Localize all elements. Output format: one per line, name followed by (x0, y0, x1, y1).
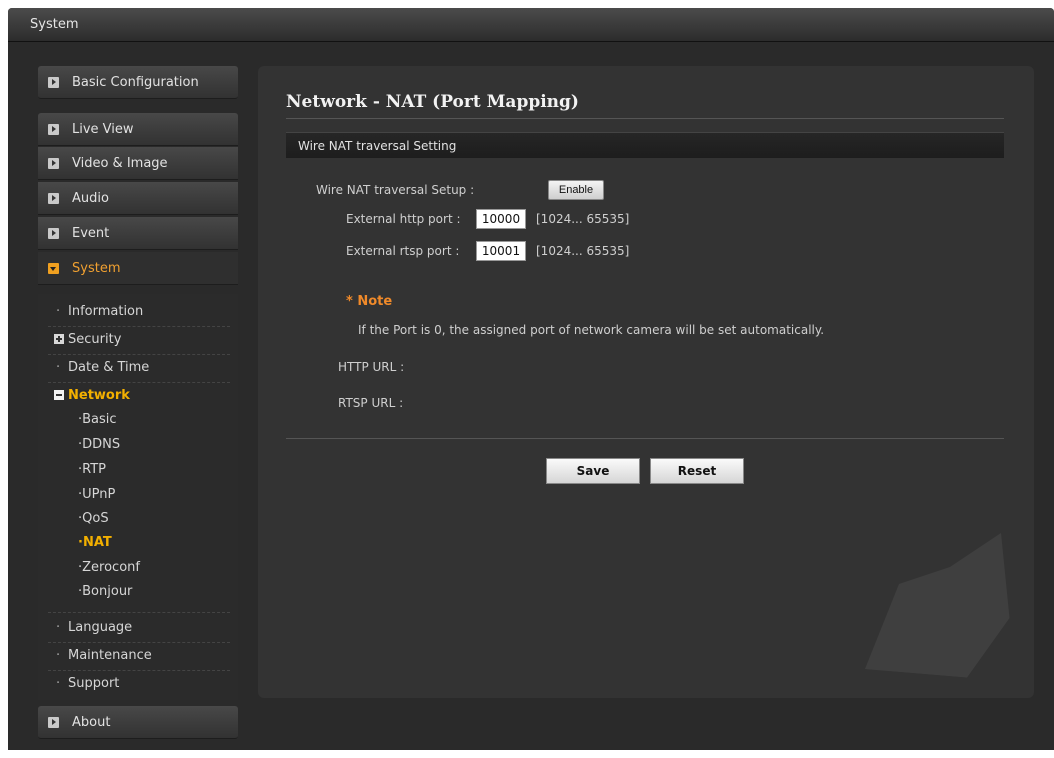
sidebar-item-network-qos[interactable]: ·QoS (78, 511, 109, 526)
sidebar-item-network[interactable]: Network (54, 388, 130, 403)
submenu-label: Basic (82, 412, 117, 427)
sidebar-item-label: Video & Image (72, 156, 168, 171)
divider (48, 642, 230, 643)
sidebar-item-date-time[interactable]: · Date & Time (56, 360, 149, 375)
sidebar-item-event[interactable]: Event (38, 217, 238, 250)
note-title: * Note (346, 294, 393, 309)
chevron-right-icon (48, 158, 59, 169)
setup-label: Wire NAT traversal Setup : (316, 183, 475, 197)
sidebar-item-label: System (72, 261, 121, 276)
divider (48, 670, 230, 671)
collapse-icon (54, 390, 64, 400)
sidebar-item-network-upnp[interactable]: ·UPnP (78, 487, 115, 502)
rtsp-port-label: External rtsp port : (346, 244, 460, 258)
chevron-down-icon (48, 263, 59, 274)
sidebar-item-about[interactable]: About (38, 706, 238, 739)
sidebar-item-security[interactable]: Security (54, 332, 121, 347)
main-panel: Network - NAT (Port Mapping) Wire NAT tr… (258, 66, 1034, 698)
camera-watermark-icon (865, 533, 1010, 678)
sidebar-item-network-basic[interactable]: ·Basic (78, 412, 117, 427)
rtsp-port-range: [1024... 65535] (536, 244, 630, 258)
chevron-right-icon (48, 77, 59, 88)
submenu-label: DDNS (82, 437, 121, 452)
sidebar-item-network-rtp[interactable]: ·RTP (78, 462, 106, 477)
sidebar-item-label: Audio (72, 191, 109, 206)
sidebar-item-audio[interactable]: Audio (38, 182, 238, 215)
rtsp-port-input[interactable] (476, 241, 526, 261)
submenu-label: NAT (82, 535, 112, 550)
reset-button[interactable]: Reset (650, 458, 744, 484)
page-title: Network - NAT (Port Mapping) (286, 92, 579, 112)
submenu-label: Bonjour (82, 584, 133, 599)
sidebar-item-maintenance[interactable]: · Maintenance (56, 648, 152, 663)
rtsp-url-label: RTSP URL : (338, 396, 404, 410)
submenu-label: Date & Time (68, 360, 150, 375)
submenu-label: Language (68, 620, 133, 635)
sidebar-item-network-nat[interactable]: ·NAT (78, 535, 112, 550)
chevron-right-icon (48, 193, 59, 204)
section-header: Wire NAT traversal Setting (286, 132, 1004, 158)
save-button[interactable]: Save (546, 458, 640, 484)
chevron-right-icon (48, 228, 59, 239)
submenu-label: Support (68, 676, 120, 691)
submenu-label: Security (68, 332, 122, 347)
sidebar-item-live-view[interactable]: Live View (38, 113, 238, 146)
divider (48, 612, 230, 613)
submenu-label: QoS (82, 511, 109, 526)
divider (286, 438, 1004, 439)
chevron-right-icon (48, 717, 59, 728)
sidebar-item-language[interactable]: · Language (56, 620, 132, 635)
sidebar-item-system[interactable]: System (38, 252, 238, 285)
divider (48, 382, 230, 383)
sidebar-item-network-bonjour[interactable]: ·Bonjour (78, 584, 132, 599)
sidebar-item-network-zeroconf[interactable]: ·Zeroconf (78, 560, 140, 575)
sidebar-item-label: Basic Configuration (72, 75, 199, 90)
http-port-label: External http port : (346, 212, 461, 226)
enable-button[interactable]: Enable (548, 180, 604, 200)
submenu-label: Maintenance (68, 648, 152, 663)
app-frame: System Basic Configuration Live View Vid… (8, 8, 1054, 750)
note-text: If the Port is 0, the assigned port of n… (358, 323, 825, 337)
divider (48, 326, 230, 327)
submenu-label: RTP (82, 462, 107, 477)
http-port-input[interactable] (476, 209, 526, 229)
title-bar: System (8, 8, 1054, 42)
divider (286, 118, 1004, 119)
expand-icon (54, 334, 64, 344)
sidebar-item-basic-configuration[interactable]: Basic Configuration (38, 66, 238, 99)
sidebar-item-label: Live View (72, 122, 134, 137)
submenu-label: Zeroconf (82, 560, 140, 575)
sidebar-item-label: Event (72, 226, 110, 241)
window-title: System (30, 17, 79, 32)
sidebar-item-network-ddns[interactable]: ·DDNS (78, 437, 120, 452)
divider (48, 354, 230, 355)
submenu-label: UPnP (82, 487, 116, 502)
chevron-right-icon (48, 124, 59, 135)
system-submenu: · Information Security · Date & Time Netwo… (38, 294, 238, 700)
sidebar-item-information[interactable]: · Information (56, 304, 143, 319)
http-url-label: HTTP URL : (338, 360, 405, 374)
sidebar-item-label: About (72, 715, 111, 730)
sidebar-item-support[interactable]: · Support (56, 676, 119, 691)
http-port-range: [1024... 65535] (536, 212, 630, 226)
submenu-label: Information (68, 304, 144, 319)
section-title: Wire NAT traversal Setting (298, 139, 457, 153)
submenu-label: Network (68, 388, 130, 403)
sidebar-item-video-image[interactable]: Video & Image (38, 147, 238, 180)
